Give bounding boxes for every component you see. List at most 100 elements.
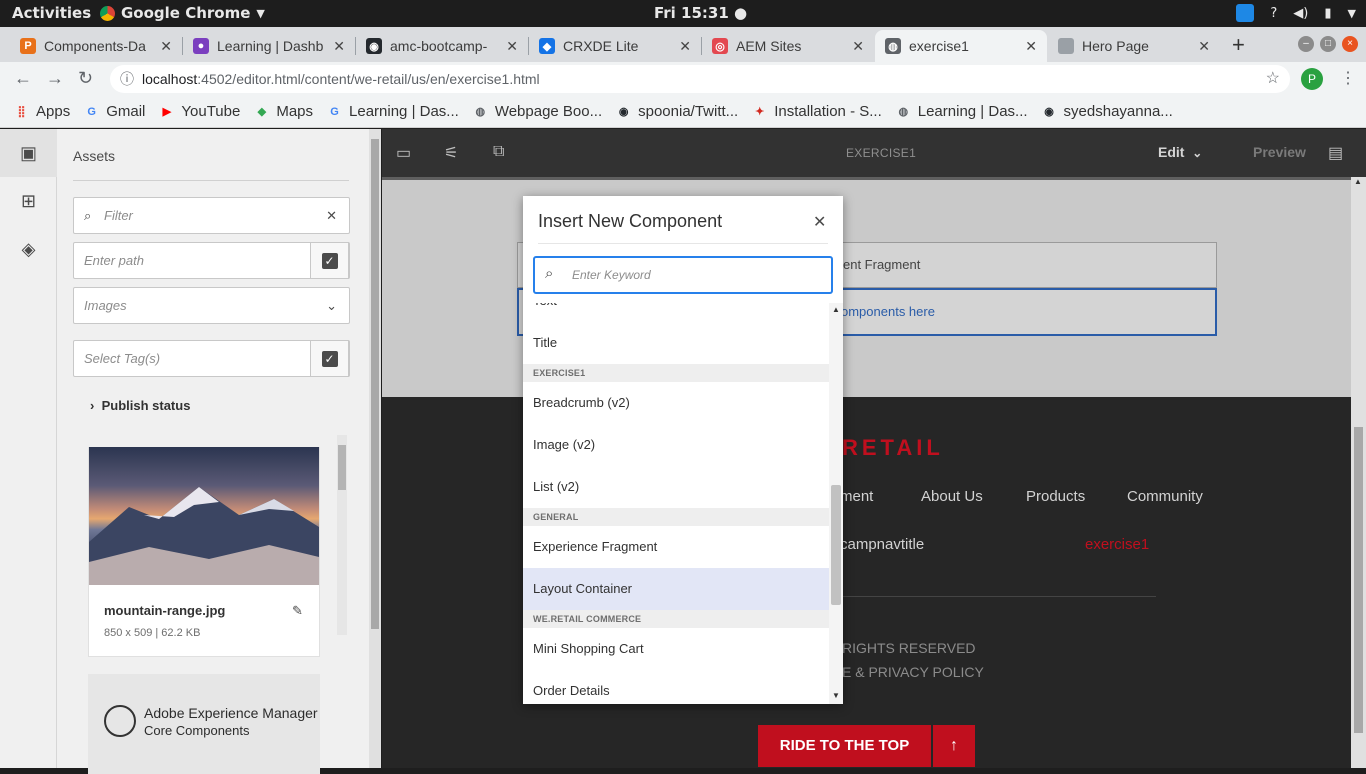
browser-tab[interactable]: ◆ CRXDE Lite ✕	[529, 30, 701, 62]
asset-type-select[interactable]: Images ⌄	[73, 287, 350, 324]
asset-thumbnail[interactable]	[89, 447, 319, 585]
browser-tab[interactable]: ● Learning | Dashb ✕	[183, 30, 355, 62]
close-icon[interactable]: ✕	[813, 212, 826, 232]
annotations-icon[interactable]: ▤	[1328, 143, 1343, 163]
path-input[interactable]: Enter path ✓	[73, 242, 350, 279]
emulator-icon[interactable]: ⧉	[493, 143, 504, 161]
footer-sub-nav-item-active[interactable]: exercise1	[1085, 536, 1149, 553]
browser-tab[interactable]: P Components-Da ✕	[10, 30, 182, 62]
close-tab-icon[interactable]: ✕	[160, 38, 172, 55]
scroll-up-icon[interactable]: ▲	[1354, 177, 1362, 186]
forward-icon[interactable]: →	[46, 68, 64, 89]
footer-nav-item[interactable]: Community	[1127, 488, 1203, 505]
app-menu[interactable]: Google Chrome ▼	[100, 4, 265, 22]
footer-nav-item[interactable]: ment	[840, 488, 873, 505]
tags-input[interactable]: Select Tag(s) ✓	[73, 340, 350, 377]
mode-selector[interactable]: Edit ⌄	[1158, 144, 1202, 160]
bookmark-item[interactable]: G Learning | Das...	[327, 103, 459, 120]
component-item[interactable]: Image (v2)	[523, 424, 829, 466]
scroll-down-icon[interactable]: ▼	[832, 691, 840, 700]
info-icon[interactable]: ⓘ	[120, 65, 134, 93]
maximize-icon[interactable]: □	[1320, 36, 1336, 52]
arrow-up-icon[interactable]: ↑	[933, 725, 975, 767]
bookmark-label: YouTube	[181, 103, 241, 120]
close-tab-icon[interactable]: ✕	[679, 38, 691, 55]
browser-tab[interactable]: ◍ exercise1 ✕	[875, 30, 1047, 62]
scrollbar-thumb[interactable]	[831, 485, 841, 605]
bookmark-item[interactable]: ◉ spoonia/Twitt...	[616, 103, 738, 120]
new-tab-button[interactable]: +	[1232, 32, 1245, 58]
close-tab-icon[interactable]: ✕	[1025, 38, 1037, 55]
scrollbar-thumb[interactable]	[371, 139, 379, 629]
content-tree-icon[interactable]: ◈	[0, 225, 57, 273]
core-components-card[interactable]: Adobe Experience Manager Core Components	[88, 674, 320, 774]
browser-tab[interactable]: ◉ amc-bootcamp- ✕	[356, 30, 528, 62]
close-tab-icon[interactable]: ✕	[852, 38, 864, 55]
help-icon[interactable]: ?	[1270, 6, 1277, 21]
filter-input[interactable]: ⌕ Filter ✕	[73, 197, 350, 234]
bookmark-item[interactable]: ◆ Maps	[254, 103, 313, 120]
edit-pencil-icon[interactable]: ✎	[292, 603, 303, 619]
bookmark-star-icon[interactable]: ☆	[1266, 65, 1280, 93]
component-item[interactable]: Title	[523, 322, 829, 364]
component-item[interactable]: Text	[523, 303, 829, 322]
page-scrollbar[interactable]: ▲	[1351, 177, 1366, 768]
page-properties-icon[interactable]: ⚟	[444, 143, 458, 163]
battery-icon[interactable]: ▮	[1324, 6, 1331, 21]
bookmark-item[interactable]: ◉ syedshayanna...	[1042, 103, 1173, 120]
teamviewer-icon[interactable]	[1236, 4, 1255, 22]
system-tray[interactable]: ? ◀) ▮ ▼	[1236, 4, 1356, 22]
ride-to-top-button[interactable]: RIDE TO THE TOP	[758, 725, 931, 767]
close-tab-icon[interactable]: ✕	[333, 38, 345, 55]
assets-panel-icon[interactable]: ▣	[0, 129, 57, 177]
bookmark-item[interactable]: ◍ Webpage Boo...	[473, 103, 603, 120]
component-item[interactable]: Order Details	[523, 670, 829, 704]
component-item[interactable]: Breadcrumb (v2)	[523, 382, 829, 424]
component-item[interactable]: Experience Fragment	[523, 526, 829, 568]
browser-tab[interactable]: ◎ AEM Sites ✕	[702, 30, 874, 62]
close-tab-icon[interactable]: ✕	[1198, 38, 1210, 55]
asset-list-scrollbar[interactable]	[337, 435, 347, 635]
component-item[interactable]: Layout Container	[523, 568, 829, 610]
license-link[interactable]: E & PRIVACY POLICY	[842, 664, 984, 680]
keyword-search-input[interactable]: ⌕ Enter Keyword	[533, 256, 833, 294]
assets-scrollbar[interactable]	[369, 129, 381, 768]
close-icon[interactable]: ×	[1342, 36, 1358, 52]
activities-button[interactable]: Activities	[12, 4, 91, 22]
component-item[interactable]: List (v2)	[523, 466, 829, 508]
browser-tab[interactable]: Hero Page ✕	[1048, 30, 1220, 62]
brand-logo[interactable]: RETAIL	[842, 435, 944, 461]
component-item[interactable]: Mini Shopping Cart	[523, 628, 829, 670]
component-group-header: WE.RETAIL COMMERCE	[523, 610, 829, 628]
footer-nav-item[interactable]: Products	[1026, 488, 1085, 505]
bookmark-item[interactable]: G Gmail	[84, 103, 145, 120]
tags-picker-button[interactable]: ✓	[310, 340, 349, 377]
clear-icon[interactable]: ✕	[326, 198, 337, 233]
bookmark-item[interactable]: ⣿ Apps	[14, 103, 70, 120]
footer-sub-nav-item[interactable]: campnavtitle	[840, 536, 924, 553]
tab-strip: P Components-Da ✕ ● Learning | Dashb ✕ ◉ amc-bo…	[0, 27, 1366, 62]
chevron-down-icon[interactable]: ▼	[1348, 7, 1356, 20]
menu-icon[interactable]: ⋮	[1340, 68, 1356, 88]
preview-button[interactable]: Preview	[1253, 144, 1306, 160]
footer-nav-item[interactable]: About Us	[921, 488, 983, 505]
scroll-up-icon[interactable]: ▲	[832, 305, 840, 314]
close-tab-icon[interactable]: ✕	[506, 38, 518, 55]
bookmark-item[interactable]: ▶ YouTube	[159, 103, 241, 120]
scrollbar-thumb[interactable]	[1354, 427, 1363, 733]
back-icon[interactable]: ←	[14, 68, 32, 89]
publish-status-toggle[interactable]: › Publish status	[90, 398, 190, 413]
scrollbar-thumb[interactable]	[338, 445, 346, 490]
url-input[interactable]: ⓘ localhost:4502/editor.html/content/we-…	[110, 65, 1290, 93]
toggle-side-panel-icon[interactable]: ▭	[396, 143, 411, 163]
volume-icon[interactable]: ◀)	[1293, 6, 1308, 21]
bookmark-item[interactable]: ✦ Installation - S...	[752, 103, 882, 120]
components-panel-icon[interactable]: ⊞	[0, 177, 57, 225]
bookmark-item[interactable]: ◍ Learning | Das...	[896, 103, 1027, 120]
clock[interactable]: Fri 15:31 ●	[654, 4, 747, 22]
profile-avatar[interactable]: P	[1301, 68, 1323, 90]
minimize-icon[interactable]: –	[1298, 36, 1314, 52]
component-list-scrollbar[interactable]: ▲ ▼	[829, 303, 843, 704]
path-picker-button[interactable]: ✓	[310, 242, 349, 279]
reload-icon[interactable]: ↻	[78, 68, 93, 89]
